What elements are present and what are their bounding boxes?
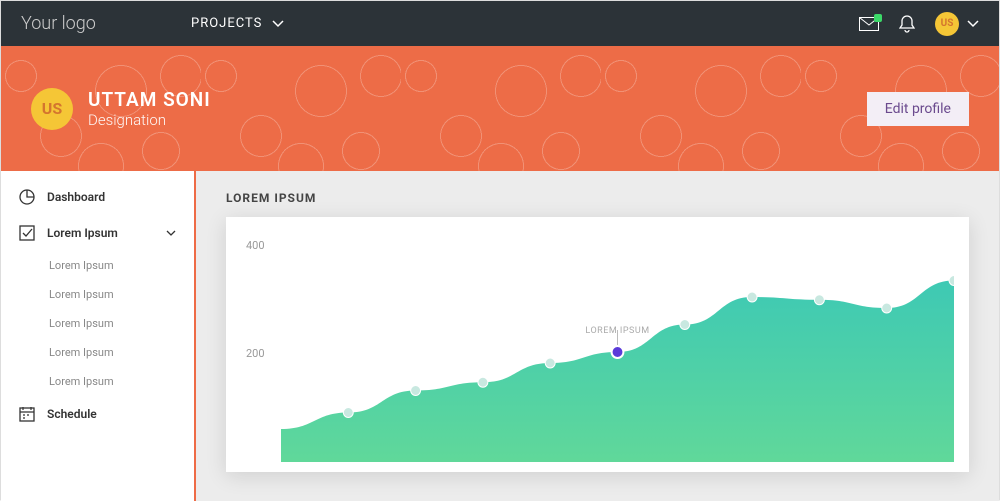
topbar-actions: US [859, 12, 979, 36]
y-tick-400: 400 [246, 239, 265, 252]
mail-button[interactable] [859, 17, 879, 31]
sidebar-sub-item[interactable]: Lorem Ipsum [1, 251, 194, 280]
content: LOREM IPSUM 400 200 LOREM IPSUM [196, 171, 999, 501]
sidebar-item-label: Lorem Ipsum [47, 226, 118, 240]
topbar: Your logo PROJECTS US [1, 1, 999, 46]
sidebar-item-label: Dashboard [47, 190, 105, 204]
chart-point[interactable] [814, 295, 824, 305]
projects-label: PROJECTS [191, 16, 262, 31]
chart-point[interactable] [882, 303, 892, 313]
chart-point[interactable] [343, 408, 353, 418]
user-menu[interactable]: US [935, 12, 979, 36]
sidebar: Dashboard Lorem Ipsum Lorem Ipsum Lorem … [1, 171, 196, 501]
sidebar-sub-item[interactable]: Lorem Ipsum [1, 309, 194, 338]
chart-title: LOREM IPSUM [226, 191, 969, 205]
sidebar-item-lorem[interactable]: Lorem Ipsum [1, 215, 194, 251]
logo: Your logo [21, 13, 191, 34]
chart-card: 400 200 LOREM IPSUM [226, 217, 969, 472]
chart-point[interactable] [545, 358, 555, 368]
edit-profile-button[interactable]: Edit profile [867, 92, 969, 126]
profile-banner: US UTTAM SONI Designation Edit profile [1, 46, 999, 171]
chart-tooltip: LOREM IPSUM [585, 326, 649, 336]
sidebar-item-dashboard[interactable]: Dashboard [1, 179, 194, 215]
sidebar-item-schedule[interactable]: Schedule [1, 396, 194, 432]
tooltip-label: LOREM IPSUM [585, 326, 649, 336]
chart-point[interactable] [747, 292, 757, 302]
chevron-down-icon [272, 20, 284, 28]
user-designation: Designation [88, 111, 211, 129]
calendar-icon [19, 406, 35, 422]
avatar-large: US [31, 88, 73, 130]
main: Dashboard Lorem Ipsum Lorem Ipsum Lorem … [1, 171, 999, 501]
sidebar-sub-item[interactable]: Lorem Ipsum [1, 338, 194, 367]
area-chart [281, 242, 954, 462]
avatar-small: US [935, 12, 959, 36]
chevron-down-icon [166, 230, 176, 236]
chart-point[interactable] [478, 377, 488, 387]
bell-icon [899, 15, 915, 33]
y-tick-200: 200 [246, 347, 265, 360]
user-info: UTTAM SONI Designation [88, 88, 211, 129]
user-name: UTTAM SONI [88, 88, 211, 111]
chevron-down-icon [967, 20, 979, 28]
projects-dropdown[interactable]: PROJECTS [191, 16, 284, 31]
chart-point[interactable] [680, 320, 690, 330]
sidebar-item-label: Schedule [47, 407, 97, 421]
chart-point[interactable] [411, 386, 421, 396]
checkbox-icon [19, 225, 35, 241]
bell-button[interactable] [899, 15, 915, 33]
mail-badge [874, 14, 882, 22]
sidebar-sub-item[interactable]: Lorem Ipsum [1, 367, 194, 396]
chart-area: LOREM IPSUM [281, 242, 954, 462]
dashboard-icon [19, 189, 35, 205]
chart-point[interactable] [612, 346, 624, 358]
sidebar-sub-item[interactable]: Lorem Ipsum [1, 280, 194, 309]
